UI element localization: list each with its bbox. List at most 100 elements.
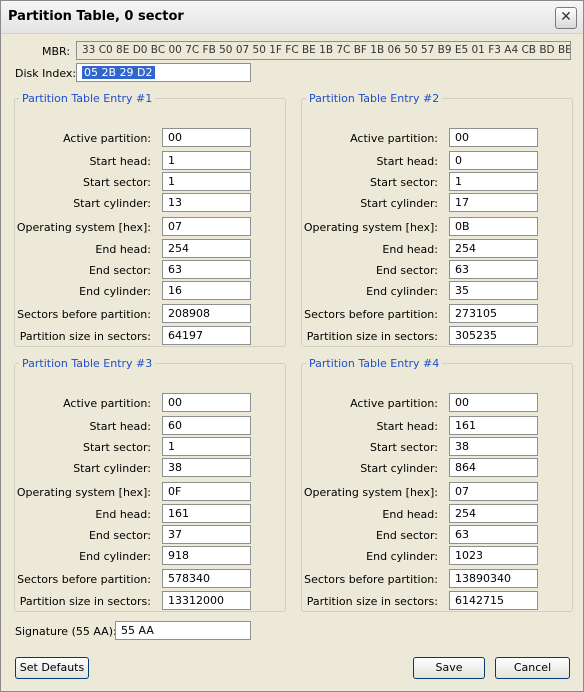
field-os[interactable]: 0B bbox=[449, 217, 538, 236]
field-start-cylinder[interactable]: 864 bbox=[449, 458, 538, 477]
field-start-head[interactable]: 0 bbox=[449, 151, 538, 170]
label-end-sector: End sector: bbox=[375, 529, 438, 542]
label-start-head: Start head: bbox=[89, 420, 151, 433]
label-start-cylinder: Start cylinder: bbox=[360, 197, 438, 210]
field-start-cylinder[interactable]: 17 bbox=[449, 193, 538, 212]
label-end-cylinder: End cylinder: bbox=[366, 285, 438, 298]
field-end-sector[interactable]: 63 bbox=[162, 260, 251, 279]
field-size[interactable]: 6142715 bbox=[449, 591, 538, 610]
label-end-head: End head: bbox=[382, 243, 438, 256]
label-start-sector: Start sector: bbox=[83, 441, 151, 454]
label-size: Partition size in sectors: bbox=[306, 595, 438, 608]
label-start-sector: Start sector: bbox=[370, 441, 438, 454]
entry-title: Partition Table Entry #3 bbox=[22, 357, 153, 370]
label-end-head: End head: bbox=[95, 243, 151, 256]
label-sectors-before: Sectors before partition: bbox=[304, 308, 438, 321]
label-size: Partition size in sectors: bbox=[19, 330, 151, 343]
partition-entry-4: Partition Table Entry #4 Active partition… bbox=[301, 357, 573, 612]
field-start-head[interactable]: 161 bbox=[449, 416, 538, 435]
field-start-cylinder[interactable]: 38 bbox=[162, 458, 251, 477]
entry-title: Partition Table Entry #4 bbox=[309, 357, 440, 370]
field-os[interactable]: 07 bbox=[449, 482, 538, 501]
field-start-sector[interactable]: 1 bbox=[162, 172, 251, 191]
label-sectors-before: Sectors before partition: bbox=[17, 308, 151, 321]
field-end-cylinder[interactable]: 35 bbox=[449, 281, 538, 300]
label-start-cylinder: Start cylinder: bbox=[73, 197, 151, 210]
partition-entry-1: Partition Table Entry #1 Active partition… bbox=[14, 92, 286, 347]
partition-entry-2: Partition Table Entry #2 Active partition… bbox=[301, 92, 573, 347]
label-end-head: End head: bbox=[95, 508, 151, 521]
label-start-head: Start head: bbox=[376, 420, 438, 433]
label-end-sector: End sector: bbox=[375, 264, 438, 277]
save-button[interactable]: Save bbox=[413, 657, 485, 679]
label-active: Active partition: bbox=[63, 397, 151, 410]
field-size[interactable]: 305235 bbox=[449, 326, 538, 345]
field-end-sector[interactable]: 63 bbox=[449, 525, 538, 544]
cancel-button[interactable]: Cancel bbox=[495, 657, 570, 679]
disk-index-field[interactable]: 05 2B 29 D2 bbox=[76, 63, 251, 82]
field-active[interactable]: 00 bbox=[162, 128, 251, 147]
label-active: Active partition: bbox=[63, 132, 151, 145]
label-start-sector: Start sector: bbox=[83, 176, 151, 189]
signature-field[interactable]: 55 AA bbox=[115, 621, 251, 640]
label-end-head: End head: bbox=[382, 508, 438, 521]
field-sectors-before[interactable]: 13890340 bbox=[449, 569, 538, 588]
label-active: Active partition: bbox=[350, 397, 438, 410]
label-start-cylinder: Start cylinder: bbox=[73, 462, 151, 475]
field-end-cylinder[interactable]: 918 bbox=[162, 546, 251, 565]
field-size[interactable]: 13312000 bbox=[162, 591, 251, 610]
field-sectors-before[interactable]: 578340 bbox=[162, 569, 251, 588]
field-start-sector[interactable]: 1 bbox=[162, 437, 251, 456]
dialog-window: Partition Table, 0 sector ✕ MBR: 33 C0 8… bbox=[0, 0, 584, 692]
set-defaults-button[interactable]: Set Defauts bbox=[15, 657, 89, 679]
label-start-cylinder: Start cylinder: bbox=[360, 462, 438, 475]
label-os: Operating system [hex]: bbox=[303, 221, 438, 234]
disk-index-value: 05 2B 29 D2 bbox=[82, 66, 155, 79]
field-start-sector[interactable]: 1 bbox=[449, 172, 538, 191]
close-icon: ✕ bbox=[560, 9, 572, 25]
field-end-cylinder[interactable]: 16 bbox=[162, 281, 251, 300]
title-bar: Partition Table, 0 sector ✕ bbox=[1, 1, 583, 34]
field-start-cylinder[interactable]: 13 bbox=[162, 193, 251, 212]
field-end-head[interactable]: 254 bbox=[162, 239, 251, 258]
field-os[interactable]: 0F bbox=[162, 482, 251, 501]
field-start-head[interactable]: 1 bbox=[162, 151, 251, 170]
field-size[interactable]: 64197 bbox=[162, 326, 251, 345]
label-start-head: Start head: bbox=[376, 155, 438, 168]
field-sectors-before[interactable]: 208908 bbox=[162, 304, 251, 323]
field-start-sector[interactable]: 38 bbox=[449, 437, 538, 456]
field-end-cylinder[interactable]: 1023 bbox=[449, 546, 538, 565]
mbr-label: MBR: bbox=[42, 45, 71, 58]
field-sectors-before[interactable]: 273105 bbox=[449, 304, 538, 323]
field-end-head[interactable]: 254 bbox=[449, 239, 538, 258]
window-title: Partition Table, 0 sector bbox=[8, 9, 184, 24]
label-os: Operating system [hex]: bbox=[16, 486, 151, 499]
label-os: Operating system [hex]: bbox=[303, 486, 438, 499]
entry-title: Partition Table Entry #2 bbox=[309, 92, 440, 105]
label-os: Operating system [hex]: bbox=[16, 221, 151, 234]
field-active[interactable]: 00 bbox=[449, 128, 538, 147]
label-end-sector: End sector: bbox=[88, 264, 151, 277]
field-end-head[interactable]: 254 bbox=[449, 504, 538, 523]
label-size: Partition size in sectors: bbox=[306, 330, 438, 343]
field-end-sector[interactable]: 63 bbox=[449, 260, 538, 279]
field-end-sector[interactable]: 37 bbox=[162, 525, 251, 544]
label-end-cylinder: End cylinder: bbox=[366, 550, 438, 563]
label-start-sector: Start sector: bbox=[370, 176, 438, 189]
mbr-field[interactable]: 33 C0 8E D0 BC 00 7C FB 50 07 50 1F FC B… bbox=[76, 41, 571, 60]
label-end-cylinder: End cylinder: bbox=[79, 550, 151, 563]
label-start-head: Start head: bbox=[89, 155, 151, 168]
label-end-cylinder: End cylinder: bbox=[79, 285, 151, 298]
field-end-head[interactable]: 161 bbox=[162, 504, 251, 523]
field-active[interactable]: 00 bbox=[449, 393, 538, 412]
field-os[interactable]: 07 bbox=[162, 217, 251, 236]
field-active[interactable]: 00 bbox=[162, 393, 251, 412]
label-active: Active partition: bbox=[350, 132, 438, 145]
label-size: Partition size in sectors: bbox=[19, 595, 151, 608]
signature-label: Signature (55 AA): bbox=[15, 625, 117, 638]
close-button[interactable]: ✕ bbox=[555, 7, 577, 29]
entry-title: Partition Table Entry #1 bbox=[22, 92, 153, 105]
label-sectors-before: Sectors before partition: bbox=[304, 573, 438, 586]
disk-index-label: Disk Index: bbox=[15, 67, 77, 80]
field-start-head[interactable]: 60 bbox=[162, 416, 251, 435]
